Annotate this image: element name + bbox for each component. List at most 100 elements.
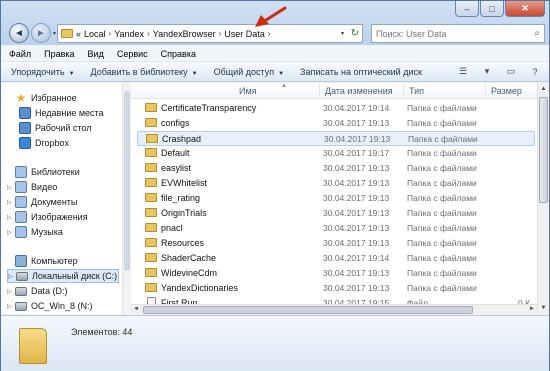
folder-icon: [145, 283, 157, 292]
sidebar-item-video[interactable]: ▷ Видео: [7, 180, 57, 194]
pictures-library-icon: [15, 211, 27, 223]
expand-arrow-icon[interactable]: ▷: [7, 288, 15, 295]
file-type: Папка с файлами: [407, 148, 477, 158]
documents-library-icon: [15, 196, 27, 208]
sidebar-item-music[interactable]: ▷ Музыка: [7, 225, 63, 239]
chevron-down-icon: ▼: [278, 70, 285, 77]
expand-arrow-icon[interactable]: ▷: [7, 199, 15, 206]
expand-arrow-icon[interactable]: ▷: [7, 184, 15, 191]
table-row[interactable]: configs 30.04.2017 19:13 Папка с файлами: [137, 116, 535, 131]
menu-view[interactable]: Вид: [88, 49, 104, 59]
sidebar-item-libraries[interactable]: Библиотеки: [15, 165, 80, 179]
expand-arrow-icon[interactable]: ▷: [7, 214, 15, 221]
close-button[interactable]: ✕: [505, 1, 545, 17]
share-button[interactable]: Общий доступ ▼: [214, 67, 284, 77]
organize-button[interactable]: Упорядочить ▼: [11, 67, 75, 77]
expand-arrow-icon[interactable]: ▷: [7, 229, 15, 236]
menu-tools[interactable]: Сервис: [117, 49, 148, 59]
expand-arrow-icon[interactable]: ▷: [7, 303, 15, 310]
breadcrumb-separator[interactable]: ›: [109, 29, 112, 38]
maximize-button[interactable]: □: [480, 1, 504, 17]
sidebar-item-desktop[interactable]: Рабочий стол: [19, 121, 92, 135]
sidebar-item-computer[interactable]: Компьютер: [15, 254, 78, 268]
forward-button[interactable]: ►: [31, 23, 51, 43]
search-icon[interactable]: ⌕: [534, 28, 540, 39]
column-divider[interactable]: [485, 83, 486, 99]
sidebar-item-local-disk-c[interactable]: ▷ Локальный диск (C:): [7, 269, 119, 283]
breadcrumb-yandexbrowser[interactable]: YandexBrowser: [153, 29, 216, 39]
table-row[interactable]: WidevineCdm 30.04.2017 19:13 Папка с файла…: [137, 266, 535, 281]
table-row[interactable]: Default 30.04.2017 19:17 Папка с файлами: [137, 146, 535, 161]
horizontal-scrollbar[interactable]: ◄ ►: [131, 304, 537, 314]
drive-icon: [16, 271, 28, 281]
navigation-pane-scrollbar[interactable]: [122, 83, 130, 314]
view-dropdown-icon[interactable]: ▾: [479, 65, 495, 78]
table-row[interactable]: Resources 30.04.2017 19:13 Папка с файлами: [137, 236, 535, 251]
file-list-scrollbar[interactable]: ▲ ▼: [537, 83, 549, 314]
add-to-library-button[interactable]: Добавить в библиотеку ▼: [91, 67, 198, 77]
scroll-up-icon[interactable]: ▲: [538, 83, 549, 95]
help-icon[interactable]: ?: [527, 65, 543, 78]
breadcrumb-separator[interactable]: ›: [147, 29, 150, 38]
sidebar-item-favorites[interactable]: ★ Избранное: [15, 91, 77, 105]
table-row[interactable]: ShaderCache 30.04.2017 19:14 Папка с файла…: [137, 251, 535, 266]
folder-icon: [145, 268, 157, 277]
sidebar-item-recent-places[interactable]: Недавние места: [19, 106, 104, 120]
search-input[interactable]: [372, 25, 522, 42]
column-header-date[interactable]: Дата изменения: [325, 86, 393, 96]
chevron-down-icon: ▼: [191, 70, 198, 77]
sidebar-item-oc-win8-n[interactable]: ▷ OC_Win_8 (N:): [7, 299, 93, 313]
column-header-size[interactable]: Размер: [491, 86, 522, 96]
menu-file[interactable]: Файл: [9, 49, 31, 59]
file-name: EVWhitelist: [161, 178, 208, 188]
table-row[interactable]: Crashpad 30.04.2017 19:13 Папка с файлами: [137, 131, 535, 146]
scrollbar-thumb[interactable]: [143, 306, 473, 314]
minimize-button[interactable]: –: [455, 1, 479, 17]
menu-help[interactable]: Справка: [161, 49, 196, 59]
scroll-right-icon[interactable]: ►: [529, 306, 535, 312]
breadcrumb-overflow[interactable]: «: [76, 29, 81, 39]
forward-arrow-icon: ►: [36, 27, 46, 39]
address-bar[interactable]: « Local › Yandex › YandexBrowser › User …: [57, 24, 363, 43]
table-row[interactable]: pnacl 30.04.2017 19:13 Папка с файлами: [137, 221, 535, 236]
table-row[interactable]: EVWhitelist 30.04.2017 19:13 Папка с файла…: [137, 176, 535, 191]
table-row[interactable]: easylist 30.04.2017 19:13 Папка с файлами: [137, 161, 535, 176]
table-row[interactable]: CertificateTransparency 30.04.2017 19:14 П…: [137, 101, 535, 116]
expand-arrow-icon[interactable]: ▷: [8, 273, 16, 280]
folder-icon: [145, 103, 157, 112]
sidebar-item-pictures[interactable]: ▷ Изображения: [7, 210, 88, 224]
preview-pane-icon[interactable]: ▭: [503, 65, 519, 78]
table-row[interactable]: YandexDictionaries 30.04.2017 19:13 Папка …: [137, 281, 535, 296]
navigation-pane: ★ Избранное Недавние места Рабочий стол …: [1, 83, 126, 314]
view-options-icon[interactable]: ☰: [455, 65, 471, 78]
address-dropdown-icon[interactable]: ▾: [341, 30, 344, 37]
file-name: configs: [161, 118, 190, 128]
column-divider[interactable]: [403, 83, 404, 99]
column-header-type[interactable]: Тип: [409, 86, 424, 96]
breadcrumb-yandex[interactable]: Yandex: [114, 29, 144, 39]
file-name: ShaderCache: [161, 253, 217, 263]
scroll-left-icon[interactable]: ◄: [133, 306, 139, 312]
drive-icon: [15, 286, 27, 296]
sidebar-item-label: Компьютер: [31, 256, 78, 266]
back-button[interactable]: ◄: [9, 23, 29, 43]
search-box[interactable]: ⌕: [371, 24, 545, 43]
sidebar-item-documents[interactable]: ▷ Документы: [7, 195, 77, 209]
breadcrumb-separator[interactable]: ›: [219, 29, 222, 38]
column-divider[interactable]: [319, 83, 320, 99]
scrollbar-thumb[interactable]: [124, 91, 130, 271]
scroll-down-icon[interactable]: ▼: [538, 302, 549, 314]
menu-edit[interactable]: Правка: [44, 49, 74, 59]
table-row[interactable]: OriginTrials 30.04.2017 19:13 Папка с файл…: [137, 206, 535, 221]
sidebar-item-data-d[interactable]: ▷ Data (D:): [7, 284, 68, 298]
folder-icon: [145, 118, 157, 127]
sidebar-item-dropbox[interactable]: Dropbox: [19, 136, 69, 150]
burn-disc-button[interactable]: Записать на оптический диск: [300, 67, 422, 77]
column-header-name[interactable]: Имя: [239, 86, 257, 96]
scrollbar-thumb[interactable]: [539, 97, 548, 203]
table-row[interactable]: file_rating 30.04.2017 19:13 Папка с файла…: [137, 191, 535, 206]
refresh-icon[interactable]: ↻: [351, 28, 359, 39]
file-date: 30.04.2017 19:17: [323, 148, 390, 158]
folder-icon: [145, 253, 157, 262]
breadcrumb-local[interactable]: Local: [84, 29, 106, 39]
